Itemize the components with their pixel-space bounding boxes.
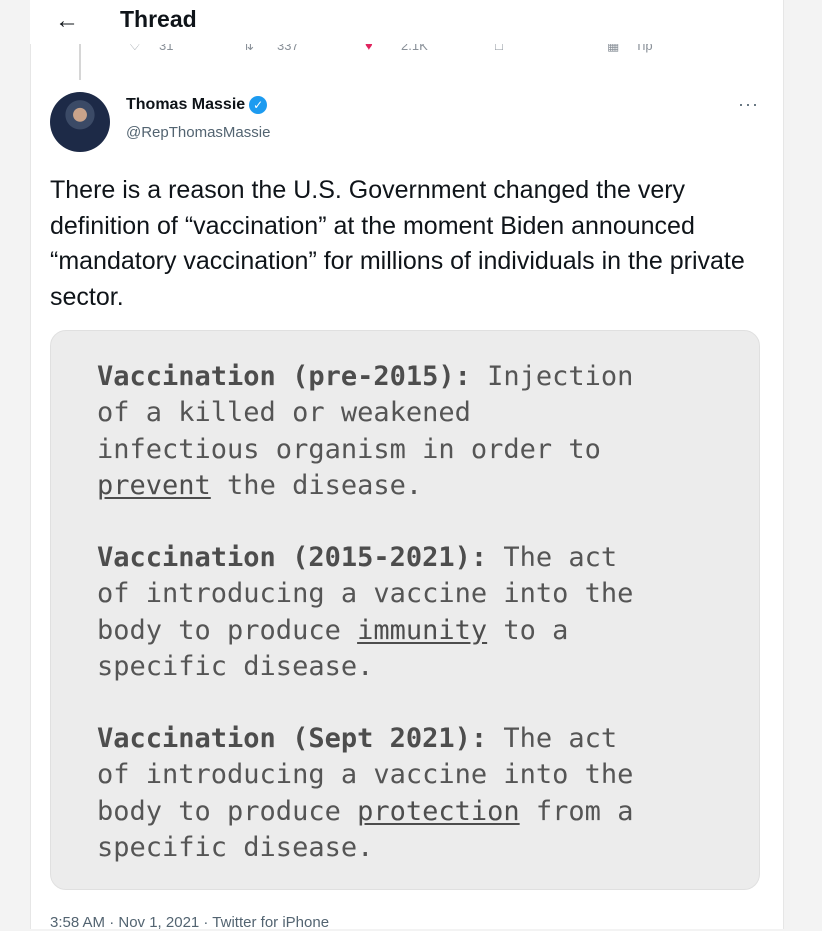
like-count: 2.1K	[401, 44, 428, 53]
arrow-left-icon[interactable]: ←	[50, 4, 84, 38]
definition-keyword: immunity	[357, 614, 488, 646]
definition-block: Vaccination (2015-2021): The act of intr…	[97, 540, 737, 685]
retweet-count: 337	[277, 44, 299, 53]
retweet-icon[interactable]: ⇅	[243, 44, 254, 54]
definition-block: Vaccination (pre-2015): Injection of a k…	[97, 359, 737, 504]
definition-block: Vaccination (Sept 2021): The act of intr…	[97, 721, 737, 866]
thread-header: ← Thread	[30, 0, 782, 44]
definition-term: Vaccination (pre-2015):	[97, 361, 471, 392]
definition-keyword: prevent	[97, 469, 211, 501]
tweet-text: There is a reason the U.S. Government ch…	[50, 176, 745, 311]
tip-label: Tip	[635, 44, 653, 53]
definition-term: Vaccination (2015-2021):	[97, 542, 488, 573]
more-options-icon[interactable]: ···	[738, 94, 759, 115]
definition-keyword: protection	[357, 795, 520, 827]
share-icon[interactable]: □	[495, 44, 503, 53]
verified-badge-icon: ✓	[249, 96, 268, 114]
author-handle[interactable]: @RepThomasMassie	[126, 124, 270, 141]
previous-tweet-actions: ♡ 31 ⇅ 337 ♥ 2.1K □ ▦ Tip	[95, 44, 695, 60]
tip-icon[interactable]: ▦	[607, 44, 619, 54]
definition-text: the disease.	[210, 469, 423, 501]
thread-connector-line	[79, 44, 81, 80]
tweet-image[interactable]: Vaccination (pre-2015): Injection of a k…	[50, 330, 760, 890]
author-name-row: Thomas Massie ✓	[126, 96, 268, 114]
heart-icon[interactable]: ♥	[365, 44, 373, 53]
tweet-timestamp[interactable]: 3:58 AM · Nov 1, 2021 · Twitter for iPho…	[50, 914, 329, 931]
page-title: Thread	[120, 6, 197, 32]
reply-icon[interactable]: ♡	[129, 44, 141, 54]
definition-term: Vaccination (Sept 2021):	[97, 723, 488, 754]
avatar[interactable]	[50, 92, 110, 152]
reply-count: 31	[159, 44, 174, 53]
author-name[interactable]: Thomas Massie	[126, 96, 245, 114]
